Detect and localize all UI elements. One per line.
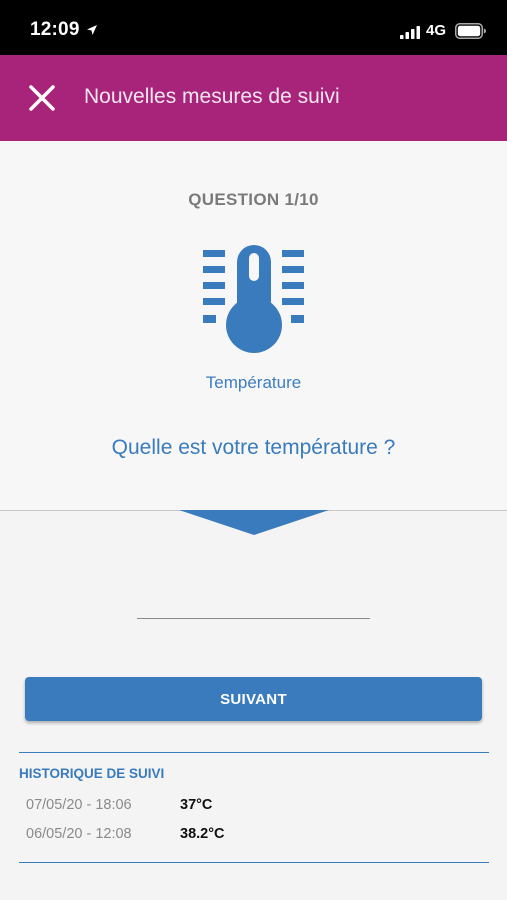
history-value: 38.2°C bbox=[180, 826, 225, 842]
history-date: 07/05/20 - 18:06 bbox=[26, 797, 132, 813]
history-top-divider bbox=[19, 752, 489, 753]
question-counter: QUESTION 1/10 bbox=[188, 190, 319, 209]
history-title: HISTORIQUE DE SUIVI bbox=[19, 766, 165, 781]
temperature-input[interactable] bbox=[137, 588, 370, 619]
network-label: 4G bbox=[426, 22, 447, 39]
category-label: Température bbox=[205, 373, 302, 392]
page-title: Nouvelles mesures de suivi bbox=[84, 85, 340, 108]
history-value: 37°C bbox=[180, 797, 213, 813]
next-button[interactable]: SUIVANT bbox=[25, 677, 482, 721]
thermometer-icon bbox=[203, 245, 304, 353]
history-bottom-divider bbox=[19, 862, 489, 863]
pointer-triangle bbox=[179, 510, 329, 535]
location-arrow-icon bbox=[87, 25, 97, 35]
status-time: 12:09 bbox=[30, 19, 80, 40]
history-date: 06/05/20 - 12:08 bbox=[26, 826, 132, 842]
battery-icon bbox=[455, 23, 486, 39]
question-text: Quelle est votre température ? bbox=[111, 436, 396, 459]
signal-icon bbox=[400, 26, 420, 39]
app-header: Nouvelles mesures de suivi bbox=[0, 55, 507, 141]
close-button[interactable] bbox=[26, 82, 58, 114]
close-icon bbox=[29, 85, 55, 111]
status-bar: 12:09 4G bbox=[0, 0, 507, 55]
